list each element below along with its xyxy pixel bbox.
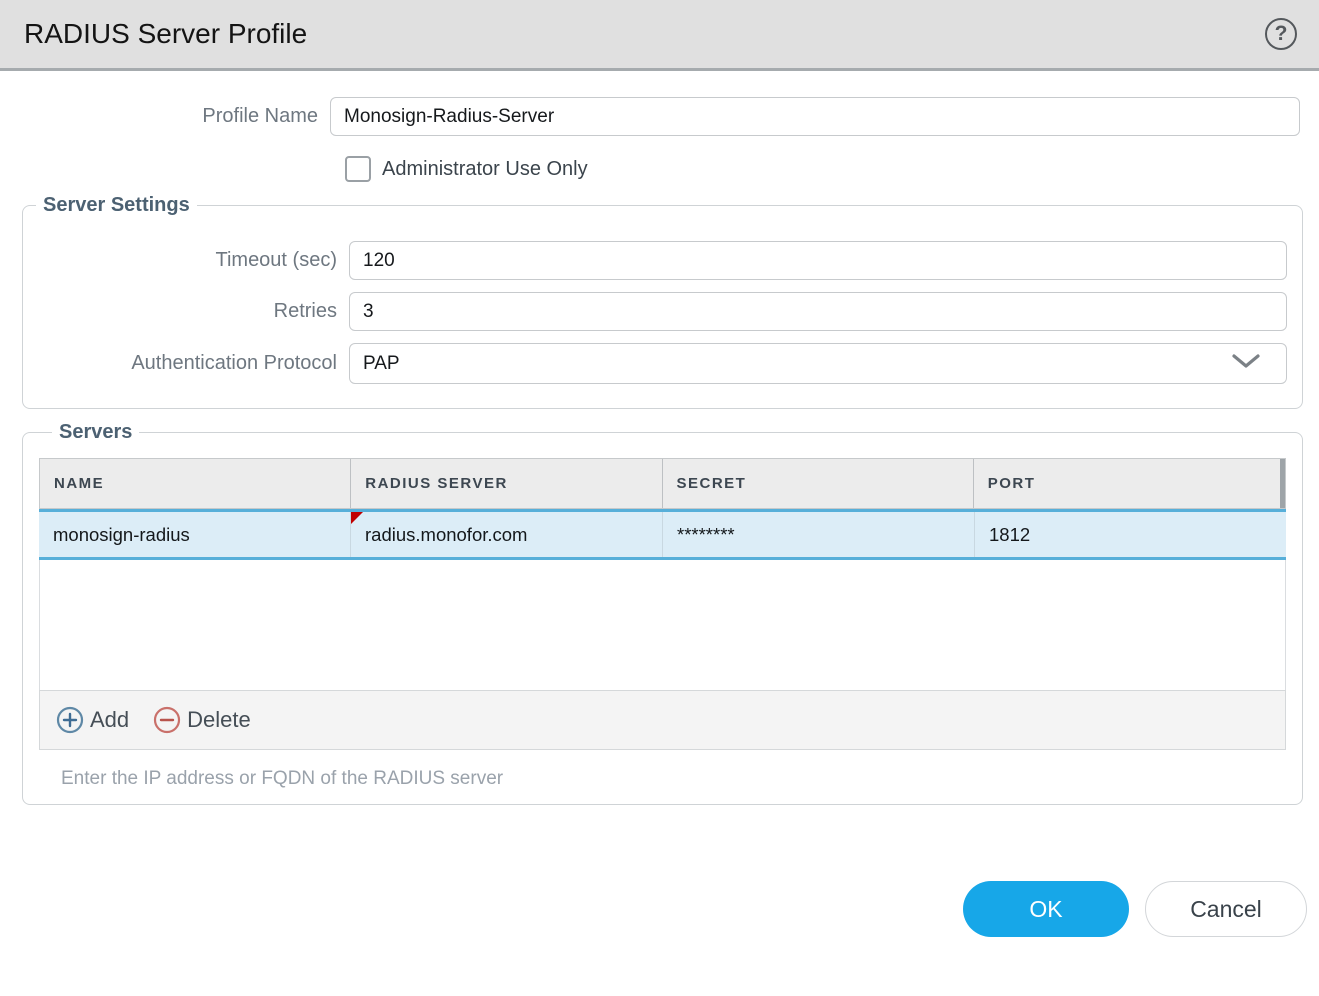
- delete-button-label: Delete: [187, 707, 251, 733]
- servers-table-header: NAME RADIUS SERVER SECRET PORT: [39, 458, 1286, 509]
- chevron-down-icon: [1231, 352, 1261, 376]
- retries-label: Retries: [23, 300, 349, 323]
- dialog-title: RADIUS Server Profile: [24, 18, 307, 50]
- admin-only-label: Administrator Use Only: [382, 158, 588, 181]
- servers-legend: Servers: [52, 421, 139, 444]
- servers-group: Servers NAME RADIUS SERVER SECRET PORT m…: [22, 421, 1303, 805]
- column-header-radius-server[interactable]: RADIUS SERVER: [351, 459, 662, 508]
- column-header-secret[interactable]: SECRET: [663, 459, 974, 508]
- timeout-input[interactable]: [349, 241, 1287, 280]
- timeout-row: Timeout (sec): [23, 241, 1302, 280]
- auth-protocol-select[interactable]: PAP: [349, 343, 1287, 384]
- server-settings-legend: Server Settings: [36, 194, 197, 217]
- server-hint-text: Enter the IP address or FQDN of the RADI…: [61, 768, 1286, 790]
- cell-secret[interactable]: ********: [663, 512, 975, 557]
- delete-button[interactable]: Delete: [153, 706, 251, 734]
- timeout-label: Timeout (sec): [23, 249, 349, 272]
- column-header-port[interactable]: PORT: [974, 459, 1285, 508]
- auth-protocol-value: PAP: [363, 353, 400, 375]
- table-empty-area: [39, 560, 1286, 690]
- profile-name-row: Profile Name: [0, 97, 1319, 136]
- delete-minus-icon: [153, 706, 181, 734]
- column-header-name[interactable]: NAME: [40, 459, 351, 508]
- table-scrollbar[interactable]: [1280, 459, 1285, 508]
- profile-name-label: Profile Name: [0, 105, 330, 128]
- cell-radius-server[interactable]: radius.monofor.com: [351, 512, 663, 557]
- cell-name[interactable]: monosign-radius: [39, 512, 351, 557]
- table-toolbar: Add Delete: [39, 690, 1286, 750]
- dialog-titlebar: RADIUS Server Profile ?: [0, 0, 1319, 71]
- profile-name-input[interactable]: [330, 97, 1300, 136]
- servers-table: NAME RADIUS SERVER SECRET PORT monosign-…: [39, 458, 1286, 750]
- cell-port[interactable]: 1812: [975, 512, 1286, 557]
- server-settings-group: Server Settings Timeout (sec) Retries Au…: [22, 194, 1303, 409]
- help-icon[interactable]: ?: [1265, 18, 1297, 50]
- admin-only-checkbox[interactable]: [345, 156, 371, 182]
- add-button[interactable]: Add: [56, 706, 129, 734]
- cell-radius-server-value: radius.monofor.com: [365, 524, 527, 546]
- retries-row: Retries: [23, 292, 1302, 331]
- dialog-actions: OK Cancel: [0, 881, 1307, 937]
- add-button-label: Add: [90, 707, 129, 733]
- retries-input[interactable]: [349, 292, 1287, 331]
- table-row-selected[interactable]: monosign-radius radius.monofor.com *****…: [39, 509, 1286, 560]
- admin-only-row: Administrator Use Only: [345, 156, 1319, 182]
- modified-cell-marker-icon: [351, 512, 363, 524]
- ok-button[interactable]: OK: [963, 881, 1129, 937]
- cancel-button[interactable]: Cancel: [1145, 881, 1307, 937]
- auth-protocol-row: Authentication Protocol PAP: [23, 343, 1302, 384]
- auth-protocol-label: Authentication Protocol: [23, 352, 349, 375]
- add-plus-icon: [56, 706, 84, 734]
